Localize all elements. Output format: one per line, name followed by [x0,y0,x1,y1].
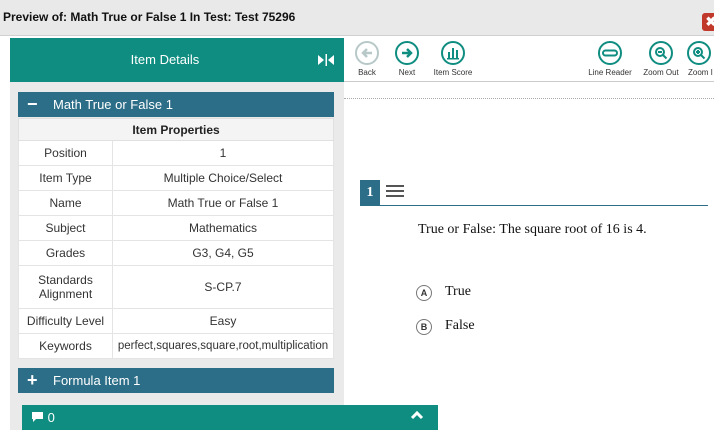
option-text-b: False [445,318,475,333]
table-row: Keywords perfect,squares,square,root,mul… [18,333,334,359]
question-header: 1 [360,180,708,206]
property-key: Name [18,190,113,216]
property-value: Easy [112,308,334,334]
table-row: Name Math True or False 1 [18,190,334,216]
bar-chart-icon [441,41,465,65]
arrow-left-icon [355,41,379,65]
table-row: Item Type Multiple Choice/Select [18,165,334,191]
question-number: 1 [360,180,380,206]
divider [344,98,714,99]
zoom-out-icon [649,41,673,65]
comments-bar[interactable]: 0 [22,405,438,430]
property-value: G3, G4, G5 [112,240,334,266]
properties-header-row: Item Properties [18,118,334,141]
table-row: Difficulty Level Easy [18,308,334,334]
table-row: Grades G3, G4, G5 [18,240,334,266]
comment-icon [31,410,48,425]
property-value: perfect,squares,square,root,multiplicati… [112,333,334,359]
option-bubble-b[interactable]: B [416,319,432,335]
comment-count: 0 [47,410,55,425]
property-value: Mathematics [112,215,334,241]
next-label: Next [398,68,416,77]
item-section-title: Math True or False 1 [53,97,173,112]
question-text: True or False: The square root of 16 is … [418,222,647,237]
zoom-in-button[interactable]: Zoom I [684,38,714,82]
back-button[interactable]: Back [350,38,384,82]
close-icon[interactable]: ✖ [702,13,714,31]
property-value: S-CP.7 [112,265,334,309]
next-button[interactable]: Next [390,38,424,82]
zoom-out-button[interactable]: Zoom Out [638,38,684,82]
formula-section-header[interactable]: + Formula Item 1 [18,368,334,393]
property-key: Difficulty Level [18,308,113,334]
window-title: Preview of: Math True or False 1 In Test… [3,10,296,24]
property-key: Position [18,140,113,166]
item-details-panel: Item Details − Math True or False 1 Item… [10,38,344,430]
property-key: Grades [18,240,113,266]
option-bubble-a[interactable]: A [416,285,432,301]
property-value: Multiple Choice/Select [112,165,334,191]
expand-section-icon[interactable]: + [27,369,38,391]
line-reader-icon [598,41,622,65]
property-key: Item Type [18,165,113,191]
arrow-right-icon [395,41,419,65]
formula-section-title: Formula Item 1 [53,373,141,388]
item-details-title: Item Details [130,52,200,67]
property-key: Subject [18,215,113,241]
property-value: Math True or False 1 [112,190,334,216]
property-value: 1 [112,140,334,166]
chevron-up-icon[interactable] [410,408,424,424]
window-titlebar: Preview of: Math True or False 1 In Test… [0,0,714,36]
item-score-button[interactable]: Item Score [428,38,478,82]
properties-header: Item Properties [18,118,334,141]
collapse-panel-icon[interactable] [316,52,336,68]
property-key: Standards Alignment [18,265,113,309]
back-label: Back [358,68,376,77]
item-score-label: Item Score [433,68,473,77]
line-reader-label: Line Reader [588,68,632,77]
zoom-in-icon [687,41,711,65]
zoom-in-label: Zoom I [688,68,713,77]
table-row: Position 1 [18,140,334,166]
table-row: Standards Alignment S-CP.7 [18,265,334,309]
collapse-section-icon[interactable]: − [27,93,38,115]
item-details-header: Item Details [10,38,344,82]
item-section-header[interactable]: − Math True or False 1 [18,92,334,117]
property-key: Keywords [18,333,113,359]
option-text-a: True [445,284,471,299]
menu-icon[interactable] [386,185,404,200]
comment-counter[interactable]: 0 [31,410,55,425]
line-reader-button[interactable]: Line Reader [582,38,638,82]
table-row: Subject Mathematics [18,215,334,241]
item-properties-table: Item Properties Position 1 Item Type Mul… [18,118,334,359]
zoom-out-label: Zoom Out [643,68,679,77]
toolbar: Back Next Item Score Line Reader Zoom Ou… [344,38,714,82]
